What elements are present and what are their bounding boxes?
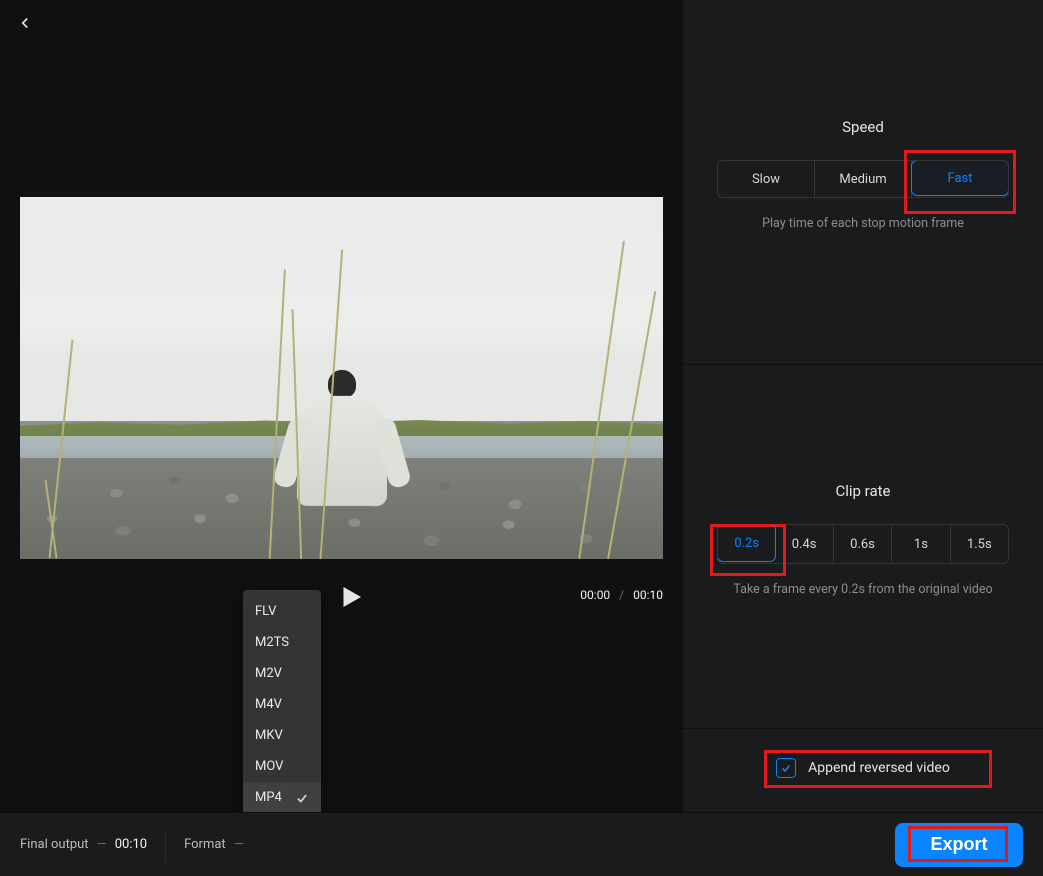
clip-rate-option-0-6s[interactable]: 0.6s (834, 525, 892, 563)
time-display: 00:00 / 00:10 (580, 588, 663, 602)
append-reversed-row: Append reversed video (683, 758, 1043, 778)
play-button[interactable] (336, 582, 366, 612)
check-icon (295, 791, 309, 805)
format-option-flv[interactable]: FLV (243, 596, 321, 627)
format-option-m2ts[interactable]: M2TS (243, 627, 321, 658)
format-option-label: M4V (255, 697, 282, 712)
divider (165, 829, 166, 861)
final-output-value: 00:10 (115, 837, 147, 852)
format-option-mov[interactable]: MOV (243, 751, 321, 782)
speed-option-slow[interactable]: Slow (718, 161, 815, 197)
clip-rate-help: Take a frame every 0.2s from the origina… (683, 582, 1043, 597)
append-reversed-label: Append reversed video (808, 760, 950, 776)
export-button[interactable]: Export (895, 823, 1023, 867)
player-controls: 00:00 / 00:10 (20, 576, 663, 616)
append-reversed-checkbox[interactable] (776, 758, 796, 778)
format-option-label: M2V (255, 666, 282, 681)
speed-help: Play time of each stop motion frame (683, 216, 1043, 231)
video-preview[interactable] (20, 197, 663, 559)
format-option-m4v[interactable]: M4V (243, 689, 321, 720)
clip-rate-title: Clip rate (683, 482, 1043, 500)
scene-person (297, 370, 387, 506)
current-time: 00:00 (580, 588, 610, 602)
speed-option-medium[interactable]: Medium (815, 161, 912, 197)
time-separator: / (619, 588, 624, 602)
format-option-label: MP4 (255, 790, 282, 805)
format-option-label: FLV (255, 604, 276, 619)
format-option-label: M2TS (255, 635, 289, 650)
format-option-mp4[interactable]: MP4 (243, 782, 321, 813)
format-option-label: MOV (255, 759, 283, 774)
clip-rate-segmented-control: 0.2s0.4s0.6s1s1.5s (717, 524, 1009, 564)
play-icon (336, 582, 366, 612)
format-option-mkv[interactable]: MKV (243, 720, 321, 751)
clip-rate-option-0-2s[interactable]: 0.2s (717, 524, 776, 562)
format-dropdown[interactable]: FLVM2TSM2VM4VMKVMOVMP4MPG (243, 590, 321, 850)
clip-rate-option-0-4s[interactable]: 0.4s (775, 525, 833, 563)
bottom-bar: Final output — 00:10 Format — Export (0, 812, 1043, 876)
speed-segmented-control: SlowMediumFast (717, 160, 1009, 198)
dash-icon: — (234, 837, 244, 852)
clip-rate-option-1-5s[interactable]: 1.5s (951, 525, 1008, 563)
preview-pane: 00:00 / 00:10 FLVM2TSM2VM4VMKVMOVMP4MPG (0, 0, 682, 876)
settings-pane: Speed SlowMediumFast Play time of each s… (682, 0, 1043, 876)
final-output-label: Final output (20, 837, 89, 852)
divider (683, 728, 1043, 729)
divider (683, 364, 1043, 365)
dash-icon: — (97, 837, 107, 852)
clip-rate-option-1s[interactable]: 1s (892, 525, 950, 563)
reverse-section: Append reversed video (683, 758, 1043, 778)
format-option-label: MKV (255, 728, 283, 743)
final-output-segment: Final output — 00:10 (20, 837, 147, 852)
back-button[interactable] (16, 14, 40, 38)
chevron-left-icon (16, 14, 34, 32)
format-segment[interactable]: Format — (184, 837, 244, 852)
format-option-m2v[interactable]: M2V (243, 658, 321, 689)
clip-rate-section: Clip rate 0.2s0.4s0.6s1s1.5s Take a fram… (683, 482, 1043, 597)
speed-title: Speed (683, 118, 1043, 136)
format-label: Format (184, 837, 226, 852)
total-duration: 00:10 (633, 588, 663, 602)
speed-option-fast[interactable]: Fast (911, 160, 1009, 196)
check-icon (780, 762, 792, 774)
speed-section: Speed SlowMediumFast Play time of each s… (683, 118, 1043, 231)
